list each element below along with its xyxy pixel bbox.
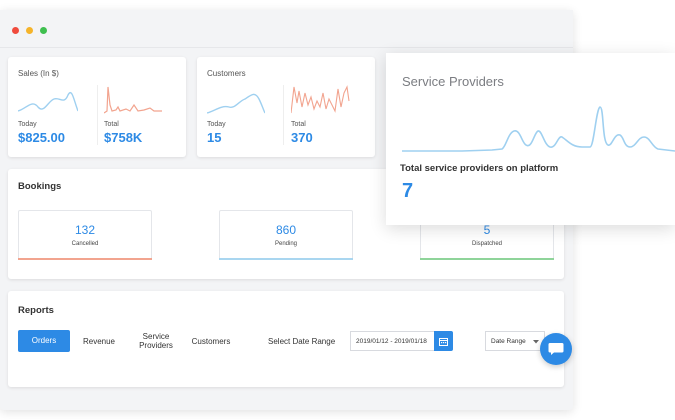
minimize-dot-icon[interactable]: [26, 27, 33, 34]
booking-dispatched-bar: [420, 258, 554, 260]
booking-pending-bar: [219, 258, 353, 260]
sales-title: Sales (In $): [18, 69, 59, 78]
service-providers-card: Service Providers Total service provider…: [386, 53, 675, 225]
booking-cancelled-value: 132: [74, 223, 96, 237]
sales-today-label: Today: [18, 121, 37, 128]
sales-today-sparkline: [18, 92, 78, 112]
customers-today-label: Today: [207, 121, 226, 128]
customers-total-label: Total: [291, 121, 306, 128]
reports-title: Reports: [18, 305, 54, 316]
customers-divider: [283, 85, 284, 145]
service-providers-title: Service Providers: [402, 74, 504, 89]
service-providers-value: 7: [402, 180, 414, 202]
date-range-input[interactable]: 2019/01/12 - 2019/01/18: [350, 331, 434, 351]
date-range-select-value: Date Range: [491, 338, 526, 345]
booking-cancelled-label: Cancelled: [71, 241, 99, 247]
sales-divider: [97, 85, 98, 145]
customers-card: Customers Today 15 Total 370: [197, 57, 375, 157]
customers-total-sparkline: [291, 85, 350, 114]
booking-dispatched-value: 5: [483, 223, 491, 237]
sales-today-value: $825.00: [18, 130, 65, 145]
booking-pending-tile[interactable]: 860 Pending: [219, 210, 353, 260]
service-providers-sparkline: [402, 106, 675, 152]
chevron-down-icon: [533, 340, 539, 344]
customers-title: Customers: [207, 69, 246, 78]
chat-button[interactable]: [540, 333, 572, 365]
booking-cancelled-bar: [18, 258, 152, 260]
window-titlebar: [0, 10, 573, 48]
tab-revenue[interactable]: Revenue: [80, 337, 118, 346]
maximize-dot-icon[interactable]: [40, 27, 47, 34]
calendar-button[interactable]: [434, 331, 453, 351]
customers-today-value: 15: [207, 130, 222, 145]
sales-total-value: $758K: [104, 130, 143, 145]
tab-orders[interactable]: Orders: [18, 330, 70, 352]
service-providers-subtitle: Total service providers on platform: [400, 163, 559, 174]
date-range-select[interactable]: Date Range: [485, 331, 545, 351]
booking-pending-value: 860: [275, 223, 297, 237]
calendar-icon: [439, 338, 448, 346]
customers-total-value: 370: [291, 130, 313, 145]
close-dot-icon[interactable]: [12, 27, 19, 34]
sales-total-sparkline: [104, 86, 162, 114]
sales-total-label: Total: [104, 121, 119, 128]
tab-customers[interactable]: Customers: [188, 337, 234, 346]
sales-card: Sales (In $) Today $825.00 Total $758K: [8, 57, 186, 157]
date-range-label: Select Date Range: [268, 337, 336, 346]
customers-today-sparkline: [207, 93, 265, 114]
tab-service-providers[interactable]: Service Providers: [134, 332, 178, 350]
booking-cancelled-tile[interactable]: 132 Cancelled: [18, 210, 152, 260]
booking-pending-label: Pending: [274, 241, 298, 247]
booking-dispatched-label: Dispatched: [471, 241, 503, 247]
chat-icon: [548, 343, 564, 355]
bookings-title: Bookings: [18, 181, 62, 192]
